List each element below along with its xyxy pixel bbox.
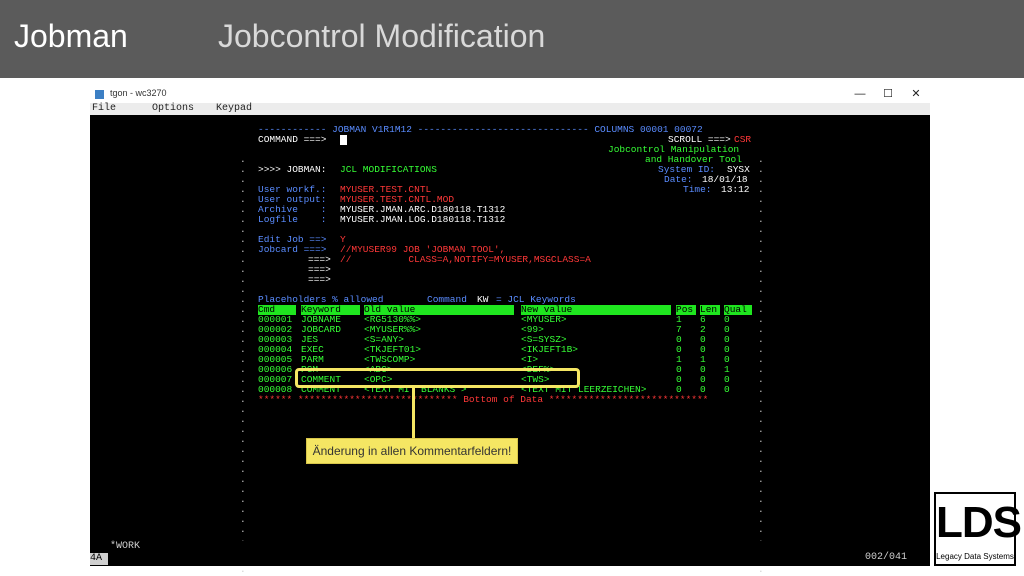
time-value: 13:12 bbox=[721, 184, 750, 195]
command-kw-value: KW bbox=[477, 294, 489, 305]
jobcard-arrow-4: ===> bbox=[308, 274, 331, 285]
row-qual[interactable]: 0 bbox=[724, 385, 730, 395]
terminal-screen[interactable]: ........................................… bbox=[90, 115, 930, 575]
callout-connector bbox=[412, 388, 415, 438]
slide-header: Jobman Jobcontrol Modification bbox=[0, 0, 1024, 78]
window-title: tgon - wc3270 bbox=[110, 88, 167, 98]
section-title: JCL MODIFICATIONS bbox=[340, 164, 437, 175]
logfile-label: Logfile : bbox=[258, 214, 327, 225]
close-icon[interactable]: ✕ bbox=[902, 86, 930, 103]
right-margin-dots: ........................................… bbox=[758, 154, 764, 575]
bottom-of-data-line: ****** **************************** Bott… bbox=[258, 394, 709, 405]
maximize-icon[interactable]: ☐ bbox=[874, 86, 902, 103]
command-label: COMMAND ===> bbox=[258, 134, 327, 145]
slide-title: Jobman bbox=[14, 18, 128, 54]
highlight-box bbox=[295, 368, 580, 388]
app-icon bbox=[95, 90, 104, 99]
cursor-position: 002/041 bbox=[865, 552, 908, 563]
menu-bar: File Options Keypad bbox=[90, 103, 930, 115]
callout-note: Änderung in allen Kommentarfeldern! bbox=[306, 438, 518, 464]
menu-item-options[interactable]: Options bbox=[152, 103, 194, 115]
logo-subtext: Legacy Data Systems bbox=[936, 552, 1014, 561]
logfile-value: MYUSER.JMAN.LOG.D180118.T1312 bbox=[340, 214, 506, 225]
minimize-icon[interactable]: — bbox=[846, 86, 874, 103]
window-titlebar[interactable]: tgon - wc3270 — ☐ ✕ bbox=[90, 86, 930, 103]
status-indicator: 4A bbox=[90, 553, 108, 565]
section-prompt: >>>> JOBMAN: bbox=[258, 164, 327, 175]
logo-text: LDS bbox=[936, 498, 1022, 547]
terminal-window: tgon - wc3270 — ☐ ✕ File Options Keypad … bbox=[90, 86, 930, 575]
time-label: Time: bbox=[683, 184, 712, 195]
company-logo: LDS Legacy Data Systems bbox=[934, 492, 1022, 566]
command-kw-label: Command bbox=[427, 294, 467, 305]
slide-subtitle: Jobcontrol Modification bbox=[218, 18, 546, 54]
command-input[interactable] bbox=[340, 135, 347, 145]
left-margin-dots: ........................................… bbox=[240, 154, 246, 575]
menu-item-keypad[interactable]: Keypad bbox=[216, 103, 252, 115]
status-bar: *WORK 4A 002/041 bbox=[90, 541, 930, 566]
menu-item-file[interactable]: File bbox=[92, 103, 116, 115]
status-mode: *WORK bbox=[110, 541, 141, 552]
jobcard-line-2[interactable]: // CLASS=A,NOTIFY=MYUSER,MSGCLASS=A bbox=[340, 255, 591, 265]
